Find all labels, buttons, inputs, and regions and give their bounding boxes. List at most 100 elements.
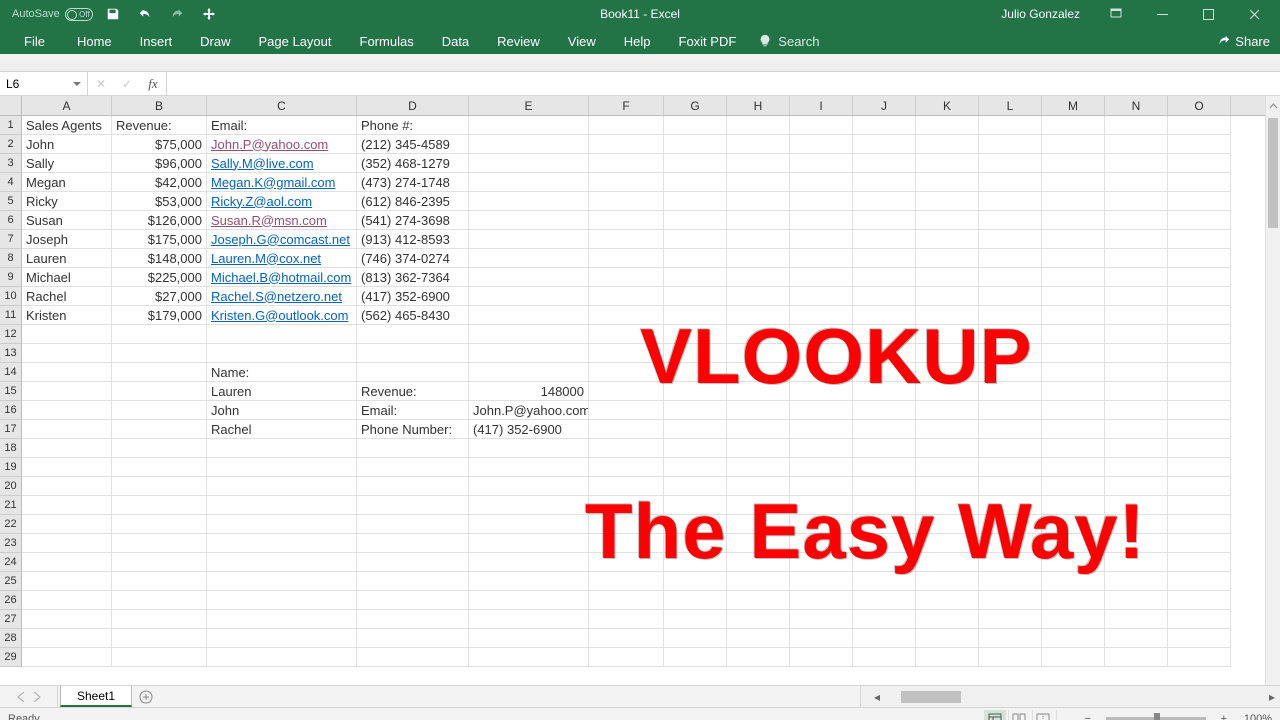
cell-E10[interactable] <box>469 287 589 306</box>
cell-N12[interactable] <box>1105 325 1168 344</box>
sheet-tab-active[interactable]: Sheet1 <box>60 686 132 707</box>
cell-G27[interactable] <box>664 610 727 629</box>
cell-I2[interactable] <box>790 135 853 154</box>
maximize-icon[interactable] <box>1186 0 1230 28</box>
cell-K1[interactable] <box>916 116 979 135</box>
cell-D9[interactable]: (813) 362-7364 <box>357 268 469 287</box>
cell-A10[interactable]: Rachel <box>22 287 112 306</box>
cell-A6[interactable]: Susan <box>22 211 112 230</box>
cell-D25[interactable] <box>357 572 469 591</box>
cell-J19[interactable] <box>853 458 916 477</box>
cell-B26[interactable] <box>112 591 207 610</box>
hscroll-right-icon[interactable]: ▸ <box>1264 690 1280 704</box>
cell-G19[interactable] <box>664 458 727 477</box>
cell-B17[interactable] <box>112 420 207 439</box>
cell-C24[interactable] <box>207 553 357 572</box>
cell-F26[interactable] <box>589 591 664 610</box>
cell-D29[interactable] <box>357 648 469 667</box>
row-header[interactable]: 18 <box>0 439 22 458</box>
cell-O24[interactable] <box>1168 553 1231 572</box>
cell-F23[interactable] <box>589 534 664 553</box>
save-icon[interactable] <box>101 2 125 26</box>
cell-G2[interactable] <box>664 135 727 154</box>
cell-M26[interactable] <box>1042 591 1105 610</box>
cell-D13[interactable] <box>357 344 469 363</box>
cell-B19[interactable] <box>112 458 207 477</box>
col-header-C[interactable]: C <box>207 96 357 115</box>
cell-H23[interactable] <box>727 534 790 553</box>
cell-B24[interactable] <box>112 553 207 572</box>
cell-K14[interactable] <box>916 363 979 382</box>
cell-C29[interactable] <box>207 648 357 667</box>
cell-J17[interactable] <box>853 420 916 439</box>
cell-E17[interactable]: (417) 352-6900 <box>469 420 589 439</box>
cell-K28[interactable] <box>916 629 979 648</box>
cell-D22[interactable] <box>357 515 469 534</box>
cell-D4[interactable]: (473) 274-1748 <box>357 173 469 192</box>
cell-C6[interactable]: Susan.R@msn.com <box>207 211 357 230</box>
cell-L3[interactable] <box>979 154 1042 173</box>
cell-L16[interactable] <box>979 401 1042 420</box>
cell-N21[interactable] <box>1105 496 1168 515</box>
cell-C27[interactable] <box>207 610 357 629</box>
cell-K15[interactable] <box>916 382 979 401</box>
cell-K26[interactable] <box>916 591 979 610</box>
cell-B16[interactable] <box>112 401 207 420</box>
cell-E9[interactable] <box>469 268 589 287</box>
cell-F24[interactable] <box>589 553 664 572</box>
cell-J22[interactable] <box>853 515 916 534</box>
tab-foxit-pdf[interactable]: Foxit PDF <box>665 28 751 54</box>
cell-M27[interactable] <box>1042 610 1105 629</box>
cell-O21[interactable] <box>1168 496 1231 515</box>
cell-M3[interactable] <box>1042 154 1105 173</box>
cell-N10[interactable] <box>1105 287 1168 306</box>
cell-L28[interactable] <box>979 629 1042 648</box>
cell-F15[interactable] <box>589 382 664 401</box>
cell-H28[interactable] <box>727 629 790 648</box>
cell-E13[interactable] <box>469 344 589 363</box>
cell-D20[interactable] <box>357 477 469 496</box>
cell-A22[interactable] <box>22 515 112 534</box>
close-icon[interactable] <box>1232 0 1276 28</box>
ribbon-options-icon[interactable] <box>1094 0 1138 28</box>
zoom-in-button[interactable]: + <box>1216 713 1232 720</box>
cell-A5[interactable]: Ricky <box>22 192 112 211</box>
cell-K4[interactable] <box>916 173 979 192</box>
col-header-I[interactable]: I <box>790 96 853 115</box>
cell-J26[interactable] <box>853 591 916 610</box>
cell-O29[interactable] <box>1168 648 1231 667</box>
cell-M11[interactable] <box>1042 306 1105 325</box>
redo-icon[interactable] <box>165 2 189 26</box>
cell-E5[interactable] <box>469 192 589 211</box>
cell-L22[interactable] <box>979 515 1042 534</box>
cell-L10[interactable] <box>979 287 1042 306</box>
cell-I16[interactable] <box>790 401 853 420</box>
cell-E4[interactable] <box>469 173 589 192</box>
cell-A2[interactable]: John <box>22 135 112 154</box>
cell-A24[interactable] <box>22 553 112 572</box>
cell-D26[interactable] <box>357 591 469 610</box>
col-header-G[interactable]: G <box>664 96 727 115</box>
cell-F4[interactable] <box>589 173 664 192</box>
cell-M19[interactable] <box>1042 458 1105 477</box>
cell-D27[interactable] <box>357 610 469 629</box>
cell-H1[interactable] <box>727 116 790 135</box>
row-header[interactable]: 1 <box>0 116 22 135</box>
cell-K12[interactable] <box>916 325 979 344</box>
share-button[interactable]: Share <box>1216 34 1270 49</box>
cell-L1[interactable] <box>979 116 1042 135</box>
cell-A11[interactable]: Kristen <box>22 306 112 325</box>
cell-D23[interactable] <box>357 534 469 553</box>
row-header[interactable]: 12 <box>0 325 22 344</box>
cell-K13[interactable] <box>916 344 979 363</box>
cell-J24[interactable] <box>853 553 916 572</box>
cell-O14[interactable] <box>1168 363 1231 382</box>
cell-K2[interactable] <box>916 135 979 154</box>
col-header-L[interactable]: L <box>979 96 1042 115</box>
cell-I21[interactable] <box>790 496 853 515</box>
cell-A18[interactable] <box>22 439 112 458</box>
cell-H5[interactable] <box>727 192 790 211</box>
cell-C15[interactable]: Lauren <box>207 382 357 401</box>
cell-K8[interactable] <box>916 249 979 268</box>
cell-K11[interactable] <box>916 306 979 325</box>
